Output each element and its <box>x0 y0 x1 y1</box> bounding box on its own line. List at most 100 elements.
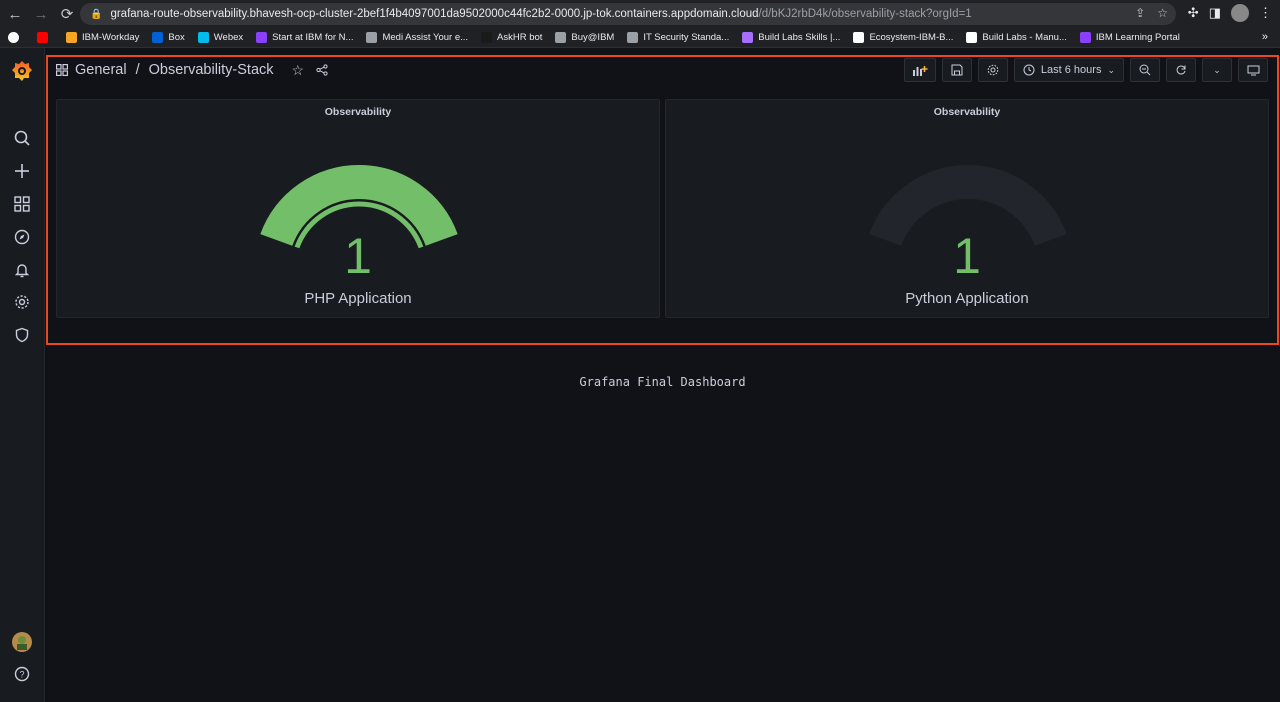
text-panel: Grafana Final Dashboard <box>579 375 746 389</box>
chevron-down-icon: ⌄ <box>1107 64 1115 75</box>
extensions-icon[interactable]: ✣ <box>1188 5 1199 21</box>
bookmark-item[interactable]: Build Labs - Manu... <box>966 32 1067 43</box>
help-icon[interactable]: ? <box>12 664 32 684</box>
youtube-bookmark-icon[interactable] <box>37 32 53 43</box>
chevron-down-icon: ⌄ <box>1213 64 1221 75</box>
bookmark-label: Ecosystem-IBM-B... <box>869 32 954 43</box>
gauge-value: 1 <box>953 228 981 284</box>
gauge-php <box>260 165 458 249</box>
bookmark-item[interactable]: Webex <box>197 32 244 43</box>
breadcrumb: General / Observability-Stack ☆ <box>56 58 328 82</box>
sidebar: ? <box>0 48 45 702</box>
gauge-label: PHP Application <box>304 290 412 307</box>
time-range-label: Last 6 hours <box>1040 64 1102 76</box>
gauge-value: 1 <box>344 228 372 284</box>
browser-toolbar: ← → ⟳ 🔒 grafana-route-observability.bhav… <box>0 0 1280 28</box>
gauge-panel-php[interactable]: Observability 1 PHP Application <box>56 99 660 318</box>
reload-icon[interactable]: ⟳ <box>56 3 78 25</box>
grafana-app: ? General / Observability-Stack ☆ Last 6… <box>0 48 1280 702</box>
plus-icon[interactable] <box>12 161 32 181</box>
bookmark-label: IT Security Standa... <box>643 32 730 43</box>
bookmark-favicon-icon <box>197 32 209 43</box>
alerting-bell-icon[interactable] <box>12 260 32 280</box>
save-dashboard-button[interactable] <box>941 58 972 82</box>
settings-gear-icon[interactable] <box>12 292 32 312</box>
add-panel-button[interactable] <box>903 58 936 82</box>
bookmark-label: Build Labs Skills |... <box>758 32 841 43</box>
bookmark-favicon-icon <box>481 32 493 43</box>
bookmark-label: Start at IBM for N... <box>272 32 354 43</box>
bookmark-label: Buy@IBM <box>571 32 615 43</box>
bookmarks-bar: IBM-Workday Box Webex Start at IBM for N...… <box>0 28 1280 48</box>
dashboards-grid-icon <box>56 64 68 76</box>
user-avatar[interactable] <box>12 632 32 652</box>
dashboard-title[interactable]: Observability-Stack <box>149 62 274 78</box>
bookmark-item[interactable]: Box <box>152 32 185 43</box>
bookmark-item[interactable]: IBM Learning Portal <box>1079 32 1180 43</box>
share-icon[interactable]: ⇪ <box>1135 6 1145 20</box>
dashboard-toolbar: Last 6 hours ⌄ ⌄ <box>903 58 1268 82</box>
lock-icon: 🔒 <box>90 8 103 20</box>
bookmark-label: Webex <box>213 32 244 43</box>
breadcrumb-folder[interactable]: General <box>75 62 127 78</box>
bookmark-label: Medi Assist Your e... <box>382 32 469 43</box>
save-icon <box>951 64 963 76</box>
shield-icon[interactable] <box>12 325 32 345</box>
svg-text:?: ? <box>19 670 24 680</box>
bookmark-label: IBM-Workday <box>82 32 140 43</box>
gauge-label: Python Application <box>905 290 1029 307</box>
star-icon[interactable]: ☆ <box>292 62 305 79</box>
address-bar[interactable]: 🔒 grafana-route-observability.bhavesh-oc… <box>80 3 1176 25</box>
bookmark-item[interactable]: Build Labs Skills |... <box>742 32 840 43</box>
bookmark-favicon-icon <box>1079 32 1091 43</box>
gauge-panel-python[interactable]: Observability 1 Python Application <box>665 99 1269 318</box>
bookmark-favicon-icon <box>627 32 639 43</box>
bookmark-favicon-icon <box>853 32 865 43</box>
add-panel-icon <box>912 66 928 76</box>
bookmark-label: Build Labs - Manu... <box>982 32 1067 43</box>
explore-compass-icon[interactable] <box>12 227 32 247</box>
bookmark-label: Box <box>168 32 185 43</box>
bookmark-favicon-icon <box>742 32 754 43</box>
monitor-icon <box>1247 65 1259 75</box>
dashboards-icon[interactable] <box>12 194 32 214</box>
grafana-logo-icon[interactable] <box>12 60 32 82</box>
share-icon[interactable] <box>316 64 328 76</box>
url-text: grafana-route-observability.bhavesh-ocp-… <box>110 8 972 20</box>
more-bookmarks-icon[interactable]: » <box>1262 31 1268 43</box>
browser-menu-icon[interactable]: ⋮ <box>1259 5 1272 21</box>
bookmark-favicon-icon <box>66 32 77 43</box>
refresh-icon <box>1176 65 1186 75</box>
zoom-out-button[interactable] <box>1130 58 1160 82</box>
google-bookmark-icon[interactable] <box>8 32 24 43</box>
bookmark-item[interactable]: IBM-Workday <box>66 32 139 43</box>
bookmark-item[interactable]: Medi Assist Your e... <box>366 32 468 43</box>
bookmark-item[interactable]: AskHR bot <box>481 32 542 43</box>
bookmark-item[interactable]: Ecosystem-IBM-B... <box>853 32 953 43</box>
bookmark-favicon-icon <box>152 32 164 43</box>
profile-avatar[interactable] <box>1231 4 1249 22</box>
search-icon[interactable] <box>12 128 32 148</box>
breadcrumb-separator: / <box>135 62 140 78</box>
gear-icon <box>987 64 999 76</box>
bookmark-label: IBM Learning Portal <box>1095 32 1180 43</box>
zoom-out-icon <box>1139 64 1151 76</box>
bookmark-favicon-icon <box>555 32 567 43</box>
bookmark-item[interactable]: Start at IBM for N... <box>256 32 353 43</box>
refresh-button[interactable] <box>1166 58 1196 82</box>
back-arrow-icon[interactable]: ← <box>4 3 26 25</box>
bookmark-star-icon[interactable]: ☆ <box>1157 6 1168 20</box>
dashboard-settings-button[interactable] <box>977 58 1008 82</box>
gauge-python <box>869 165 1067 247</box>
time-range-picker[interactable]: Last 6 hours ⌄ <box>1013 58 1124 82</box>
forward-arrow-icon[interactable]: → <box>30 3 52 25</box>
bookmark-favicon-icon <box>256 32 268 43</box>
bookmark-item[interactable]: Buy@IBM <box>555 32 614 43</box>
bookmark-item[interactable]: IT Security Standa... <box>627 32 729 43</box>
bookmark-favicon-icon <box>366 32 378 43</box>
tv-mode-button[interactable] <box>1238 58 1268 82</box>
side-panel-icon[interactable]: ◨ <box>1209 5 1221 21</box>
clock-icon <box>1023 64 1035 76</box>
bookmark-favicon-icon <box>966 32 978 43</box>
refresh-interval-dropdown[interactable]: ⌄ <box>1202 58 1232 82</box>
